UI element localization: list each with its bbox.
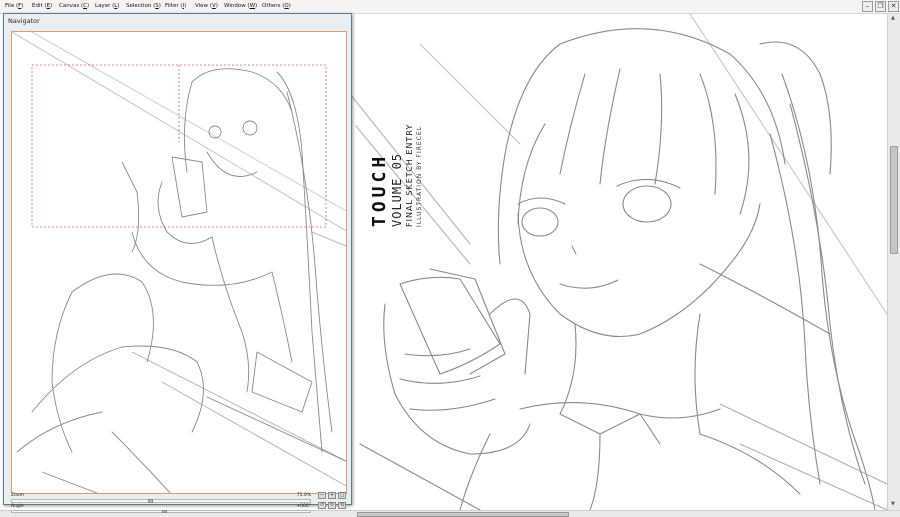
navigator-panel[interactable]: Navigator Zoom 75.0% − + □ Angle +000° ↺… bbox=[3, 13, 352, 513]
scroll-up-icon[interactable]: ▲ bbox=[891, 15, 895, 21]
angle-slider[interactable] bbox=[11, 510, 311, 513]
zoom-value: 75.0% bbox=[296, 493, 311, 498]
navigator-controls: Zoom 75.0% − + □ Angle +000° ↺ ↻ ⟲ bbox=[7, 492, 350, 513]
navigator-title: Navigator bbox=[8, 17, 40, 25]
angle-slider-knob[interactable] bbox=[162, 510, 167, 513]
minimize-button[interactable]: – bbox=[862, 1, 873, 12]
angle-value: +000° bbox=[296, 504, 311, 509]
menu-edit[interactable]: Edit (E) bbox=[32, 3, 52, 9]
zoom-fit-button[interactable]: □ bbox=[338, 492, 346, 499]
artwork-title-line1: TOUCH bbox=[369, 153, 390, 227]
menu-others[interactable]: Others (O) bbox=[262, 3, 291, 9]
zoom-slider-knob[interactable] bbox=[148, 499, 153, 503]
horizontal-scroll-thumb[interactable] bbox=[357, 512, 569, 517]
zoom-label: Zoom bbox=[11, 493, 24, 498]
menubar: File (F) Edit (E) Canvas (C) Layer (L) S… bbox=[0, 0, 900, 14]
navigator-preview[interactable] bbox=[11, 31, 347, 494]
menu-selection[interactable]: Selection (S) bbox=[126, 3, 161, 9]
menu-canvas[interactable]: Canvas (C) bbox=[59, 3, 89, 9]
restore-button[interactable]: ❐ bbox=[875, 1, 886, 12]
angle-label: Angle bbox=[11, 504, 24, 509]
menu-file[interactable]: File (F) bbox=[5, 3, 23, 9]
rotate-reset-button[interactable]: ⟲ bbox=[338, 502, 346, 509]
zoom-out-button[interactable]: − bbox=[318, 492, 326, 499]
navigator-thumbnail bbox=[12, 32, 346, 493]
rotate-left-button[interactable]: ↺ bbox=[318, 502, 326, 509]
rotate-right-button[interactable]: ↻ bbox=[328, 502, 336, 509]
artwork-title-line4: ILLUSTRATION BY FIRECEL bbox=[416, 126, 423, 227]
close-button[interactable]: ✕ bbox=[888, 1, 899, 12]
menu-layer[interactable]: Layer (L) bbox=[95, 3, 119, 9]
scroll-down-icon[interactable]: ▼ bbox=[891, 501, 895, 507]
menu-view[interactable]: View (V) bbox=[195, 3, 218, 9]
menu-filter[interactable]: Filter (I) bbox=[165, 3, 186, 9]
vertical-scrollbar[interactable]: ▲ ▼ bbox=[887, 14, 900, 510]
artwork-title-line3: FINAL SKETCH ENTRY bbox=[405, 124, 414, 227]
vertical-scroll-thumb[interactable] bbox=[890, 146, 898, 254]
artwork-title-line2: VOLUME 05 bbox=[390, 153, 404, 227]
artwork-title: TOUCH VOLUME 05 FINAL SKETCH ENTRY ILLUS… bbox=[369, 50, 440, 240]
zoom-in-button[interactable]: + bbox=[328, 492, 336, 499]
menu-window[interactable]: Window (W) bbox=[224, 3, 257, 9]
zoom-slider[interactable] bbox=[11, 499, 311, 503]
